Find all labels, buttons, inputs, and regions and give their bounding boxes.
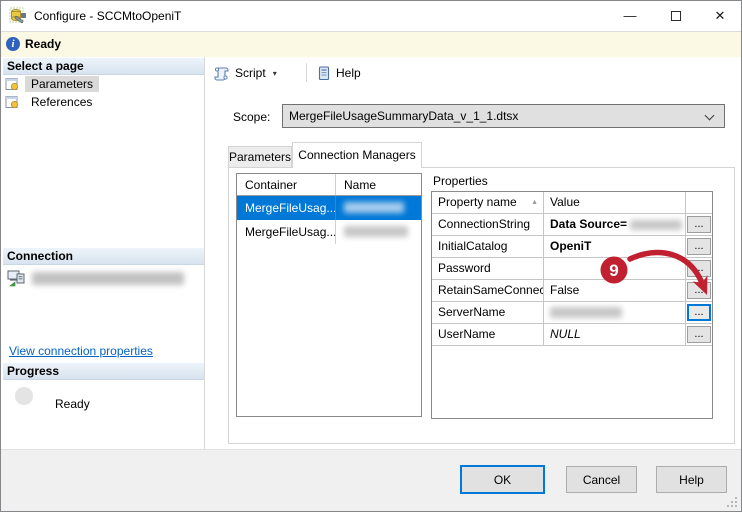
tab-connection-managers[interactable]: Connection Managers [292,142,422,168]
close-button[interactable]: ✕ [699,1,741,31]
scope-label: Scope: [233,110,271,124]
footer-bar: OK Cancel Help [1,449,741,511]
column-header-actions [686,192,712,213]
column-header-value[interactable]: Value [544,192,686,213]
name-cell [336,196,421,220]
connection-entry [7,270,184,287]
property-name: UserName [432,324,544,345]
progress-spinner-icon [15,387,33,405]
property-name: Password [432,258,544,279]
column-header-property-name[interactable]: Property name ▲ [432,192,544,213]
properties-header-row: Property name ▲ Value [432,192,712,214]
property-row-connectionstring[interactable]: ConnectionString Data Source= ... [432,214,712,236]
property-row-servername[interactable]: ServerName ... [432,302,712,324]
scope-value: MergeFileUsageSummaryData_v_1_1.dtsx [289,109,519,123]
tab-parameters[interactable]: Parameters [228,146,292,168]
property-name: InitialCatalog [432,236,544,257]
redacted-name [344,226,408,237]
value-text: NULL [550,327,581,341]
redacted-value [550,307,622,318]
name-cell [336,220,421,244]
cancel-button[interactable]: Cancel [566,466,637,493]
help-toolbar-button[interactable]: Help [313,62,365,84]
maximize-icon [671,11,681,21]
sidebar-item-label: References [31,95,93,109]
table-row[interactable]: MergeFileUsag... [237,196,421,220]
help-doc-icon [318,65,330,80]
ellipsis-button[interactable]: ... [687,216,711,233]
header-label: Property name [438,195,517,209]
container-cell: MergeFileUsag... [237,220,336,244]
container-cell: MergeFileUsag... [237,196,336,220]
property-row-retainsameconnection[interactable]: RetainSameConnec... False ... [432,280,712,302]
value-text: OpeniT [550,239,592,253]
column-header-name[interactable]: Name [336,174,421,195]
chevron-down-icon [704,110,715,121]
connection-header: Connection [3,248,204,265]
ok-button[interactable]: OK [460,465,545,494]
property-name: ConnectionString [432,214,544,235]
app-icon [9,7,26,24]
page-icon [5,96,19,109]
properties-grid: Property name ▲ Value ConnectionString D… [431,191,713,419]
redacted-value [630,219,683,230]
property-row-initialcatalog[interactable]: InitialCatalog OpeniT ... [432,236,712,258]
maximize-button[interactable] [653,1,699,31]
chevron-down-icon: ▾ [272,68,277,78]
view-connection-properties-link[interactable]: View connection properties [9,344,153,358]
scope-dropdown[interactable]: MergeFileUsageSummaryData_v_1_1.dtsx [282,104,725,128]
value-text: Data Source= [550,217,628,231]
script-button-label: Script [235,66,266,80]
property-value: Data Source= [544,214,686,235]
help-button[interactable]: Help [656,466,727,493]
table-header-row: Container Name [237,174,421,196]
progress-status: Ready [55,397,90,411]
title-bar: Configure - SCCMtoOpeniT — ✕ [1,1,741,32]
ellipsis-button[interactable]: ... [687,282,711,299]
toolbar-separator [306,63,307,82]
minimize-button[interactable]: — [607,1,653,31]
select-page-header: Select a page [3,58,204,75]
server-icon [7,270,25,287]
ellipsis-button[interactable]: ... [687,238,711,255]
ellipsis-button[interactable]: ... [687,326,711,343]
status-text: Ready [25,37,62,51]
panel-divider [204,57,205,449]
status-strip: i Ready [1,32,741,57]
property-name: ServerName [432,302,544,323]
page-icon [5,78,19,91]
sidebar-item-label: Parameters [25,76,100,92]
progress-header: Progress [3,363,204,380]
property-name: RetainSameConnec... [432,280,544,301]
redacted-server-name [32,272,184,285]
configure-dialog: Configure - SCCMtoOpeniT — ✕ i Ready Sel… [0,0,742,512]
sidebar-item-references[interactable]: References [5,93,98,111]
table-row[interactable]: MergeFileUsag... [237,220,421,244]
column-header-container[interactable]: Container [237,174,336,195]
property-row-username[interactable]: UserName NULL ... [432,324,712,346]
sidebar-item-parameters[interactable]: Parameters [5,75,100,93]
sort-ascending-icon: ▲ [531,199,538,206]
help-toolbar-label: Help [336,66,361,80]
info-icon: i [6,37,20,51]
value-text: False [550,283,580,297]
window-title: Configure - SCCMtoOpeniT [34,9,182,23]
script-button[interactable]: Script ▾ [209,62,281,84]
resize-grip[interactable] [727,497,738,508]
script-icon [214,66,229,81]
ellipsis-button-focused[interactable]: ... [687,304,711,321]
properties-title: Properties [433,174,488,188]
connection-managers-table: Container Name MergeFileUsag... MergeFil… [236,173,422,417]
property-row-password[interactable]: Password ... [432,258,712,280]
ellipsis-button[interactable]: ... [687,260,711,277]
redacted-name [344,202,404,213]
